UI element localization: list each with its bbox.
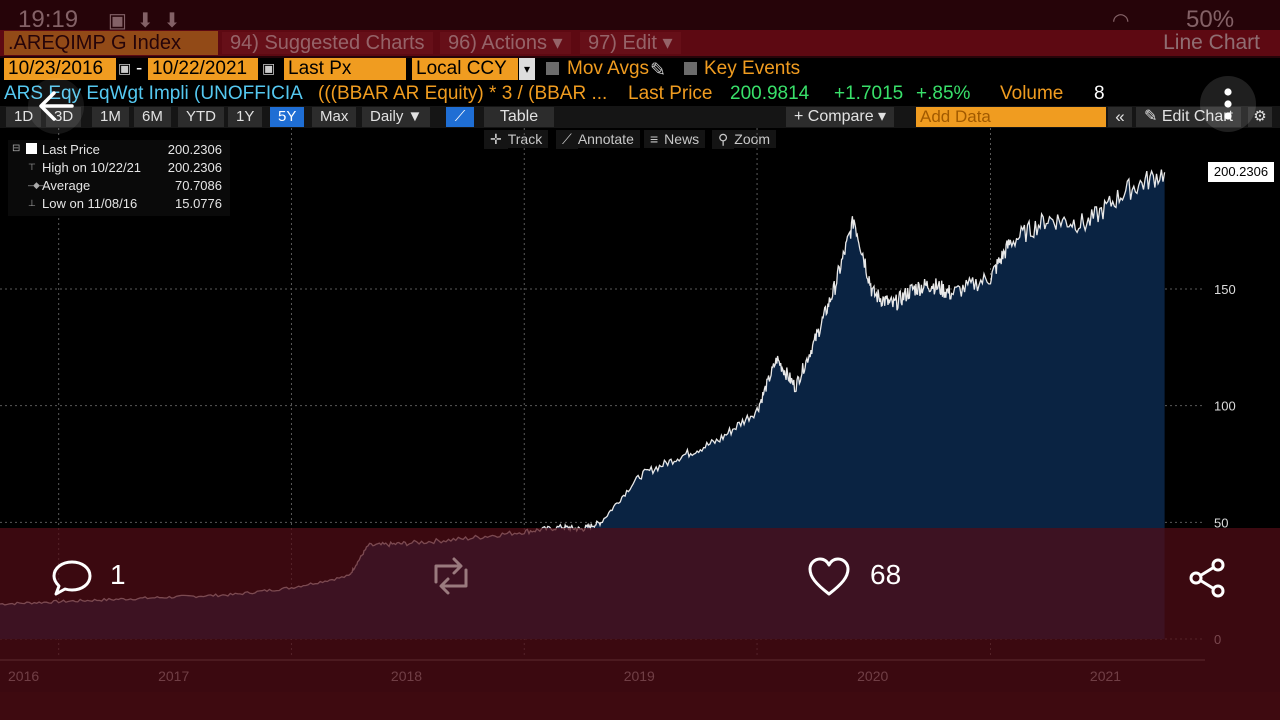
field-selector[interactable]: Last Px (284, 58, 406, 80)
currency-dropdown-icon[interactable]: ▾ (519, 58, 535, 80)
heart-icon[interactable] (806, 556, 852, 598)
last-price-value: 200.9814 (730, 83, 810, 104)
start-date-field[interactable]: 10/23/2016 (4, 58, 116, 80)
terminal-menu-bar: .AREQIMP G Index 94) Suggested Charts 96… (0, 30, 1280, 56)
calendar-icon[interactable]: ▣ (118, 60, 131, 77)
average-marker-icon: –◆– (28, 180, 45, 190)
legend-average-value: 70.7086 (175, 178, 222, 193)
mov-avgs-label: Mov Avgs (567, 58, 650, 79)
range-5y[interactable]: 5Y (270, 107, 305, 127)
edit-menu[interactable]: 97) Edit ▾ (580, 32, 681, 54)
chart-parameters: 10/23/2016 ▣ - 10/22/2021 ▣ Last Px Loca… (0, 58, 1280, 82)
high-marker-icon: ⊤ (28, 162, 36, 172)
security-summary: ARS Eqy EqWgt Impli (UNOFFICIA (((BBAR A… (0, 82, 1280, 106)
repost-icon[interactable] (426, 554, 476, 598)
legend-low-label: Low on 11/08/16 (42, 196, 138, 211)
legend-low-value: 15.0776 (175, 196, 222, 211)
comment-count: 1 (110, 559, 126, 590)
dropdown-icon: ▾ (662, 32, 673, 54)
calendar-icon[interactable]: ▣ (262, 60, 275, 77)
key-events-checkbox[interactable] (684, 62, 697, 75)
collapse-legend-icon[interactable]: ⊟ (12, 143, 20, 154)
view-title: Line Chart (1163, 31, 1260, 54)
y-tick-label: 100 (1214, 399, 1236, 414)
comment-icon[interactable] (50, 556, 94, 600)
add-data-input[interactable]: Add Data (916, 107, 1106, 127)
dropdown-icon: ▾ (552, 32, 563, 54)
security-formula: (((BBAR AR Equity) * 3 / (BBAR ... (318, 83, 608, 104)
date-separator: - (136, 58, 143, 79)
back-button[interactable] (28, 78, 84, 134)
like-count: 68 (870, 559, 902, 590)
price-change: +1.7015 (834, 83, 904, 104)
y-tick-label: 150 (1214, 282, 1236, 297)
back-arrow-icon (39, 91, 74, 121)
status-bar: 19:19 ▣⬇⬇ ◠ 50% (0, 0, 1280, 33)
volume-label: Volume (1000, 83, 1064, 104)
legend-last-price-label: Last Price (42, 142, 100, 157)
actions-menu[interactable]: 96) Actions ▾ (440, 32, 571, 54)
more-options-button[interactable] (1200, 76, 1256, 132)
pencil-icon[interactable]: ✎ (650, 59, 666, 82)
suggested-charts-menu[interactable]: 94) Suggested Charts (222, 32, 433, 54)
legend-last-price-value: 200.2306 (167, 142, 222, 157)
compare-button[interactable]: + Compare ▾ (786, 107, 895, 127)
chart-toolbar: 1D 3D 1M 6M YTD 1Y 5Y Max Daily ▼ ⟋ Tabl… (0, 106, 1280, 128)
currency-selector[interactable]: Local CCY (412, 58, 518, 80)
range-1y[interactable]: 1Y (228, 107, 263, 127)
volume-value: 8 (1094, 83, 1105, 104)
actions-label: 96) Actions (448, 32, 547, 54)
current-price-tag: 200.2306 (1208, 162, 1274, 182)
last-price-label: Last Price (628, 83, 713, 104)
series-swatch (26, 143, 37, 154)
legend-high-label: High on 10/22/21 (42, 160, 142, 175)
mov-avgs-checkbox[interactable] (546, 62, 559, 75)
legend-average-label: Average (42, 178, 91, 193)
line-chart-icon[interactable]: ⟋ (446, 107, 474, 127)
edit-label: 97) Edit (588, 32, 657, 54)
frequency-selector[interactable]: Daily ▼ (362, 107, 431, 127)
legend-high-value: 200.2306 (167, 160, 222, 175)
bottom-strip (0, 692, 1280, 720)
range-1m[interactable]: 1M (92, 107, 129, 127)
collapse-icon[interactable]: « (1108, 107, 1132, 127)
share-icon[interactable] (1186, 556, 1230, 600)
kebab-menu-icon (1224, 88, 1232, 120)
key-events-label: Key Events (704, 58, 801, 79)
ticker-field[interactable]: .AREQIMP G Index (4, 31, 218, 55)
social-action-bar: 1 68 (0, 528, 1280, 692)
end-date-field[interactable]: 10/22/2021 (148, 58, 258, 80)
range-ytd[interactable]: YTD (178, 107, 224, 127)
low-marker-icon: ⊥ (28, 198, 36, 208)
price-change-pct: +.85% (916, 83, 971, 104)
range-6m[interactable]: 6M (134, 107, 171, 127)
range-max[interactable]: Max (312, 107, 357, 127)
pencil-icon: ✎ (1144, 108, 1158, 125)
table-button[interactable]: Table (484, 107, 554, 127)
chart-legend: ⊟ Last Price 200.2306 High on 10/22/21 200… (8, 140, 230, 216)
